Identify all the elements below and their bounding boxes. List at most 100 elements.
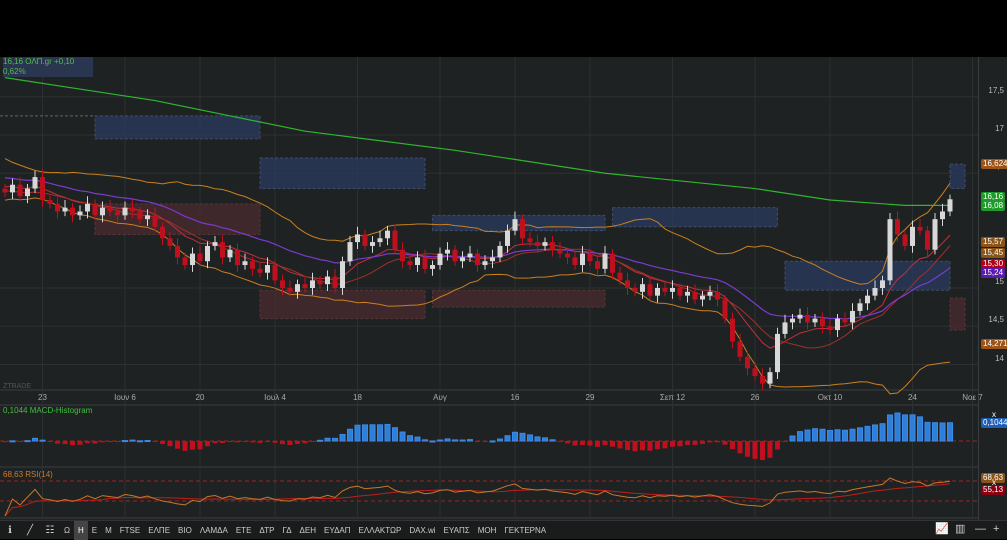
price-axis[interactable]: 17,51716,51514,514 (978, 57, 1007, 520)
date-axis-label: Νοε 7 (962, 393, 983, 402)
toolbar-symbol-button[interactable]: ΜΟΗ (474, 521, 501, 540)
toolbar-symbol-button[interactable]: ΕΛΠΕ (144, 521, 174, 540)
candle (850, 310, 855, 323)
candle (205, 245, 210, 262)
zoom-out-button[interactable]: — (975, 520, 986, 539)
candle (932, 219, 938, 250)
toolbar-symbol-button[interactable]: ΓΔ (279, 521, 296, 540)
macd-close-button[interactable]: x (992, 410, 996, 419)
candle (865, 295, 870, 304)
macd-bar (572, 441, 578, 446)
date-axis-label: 23 (38, 393, 47, 402)
macd-bar (842, 429, 848, 442)
candle (550, 242, 555, 250)
macd-bar (804, 429, 811, 442)
macd-bar (324, 437, 331, 442)
info-icon[interactable]: ℹ (0, 521, 20, 540)
candle (137, 211, 143, 220)
candle (317, 280, 323, 285)
candle (775, 333, 780, 373)
toolbar-symbol-button[interactable]: ΕΛΛΑΚΤΩΡ (355, 521, 406, 540)
candle (377, 238, 383, 243)
macd-bar (482, 441, 488, 442)
date-axis-label: 20 (195, 393, 205, 402)
candle (677, 288, 683, 296)
price-chart[interactable] (0, 57, 978, 520)
candle (595, 261, 600, 269)
macd-bar (565, 441, 570, 444)
macd-bar (250, 441, 255, 443)
price-axis-label: 14,5 (988, 315, 1004, 325)
macd-bar (9, 440, 16, 443)
candle (47, 200, 53, 204)
price-tag: 14,271 (981, 338, 1007, 349)
macd-bar (32, 437, 38, 442)
zoom-in-button[interactable]: + (993, 520, 999, 539)
candle (722, 299, 728, 319)
candle (62, 207, 68, 212)
candle (437, 253, 443, 266)
macd-bar (475, 441, 480, 442)
toolbar-symbol-button[interactable]: ΔΕΗ (296, 521, 320, 540)
toolbar-symbol-button[interactable]: Ε (88, 521, 101, 540)
candle (467, 253, 473, 258)
toolbar-symbol-button[interactable]: ΛΑΜΔΑ (196, 521, 232, 540)
macd-bar (280, 441, 285, 445)
toolbar-symbol-button[interactable]: ΒΙΟ (174, 521, 196, 540)
date-axis-label: 24 (908, 393, 917, 402)
candle (242, 261, 248, 266)
toolbar-symbol-button[interactable]: Η (73, 520, 88, 540)
candle (235, 249, 240, 266)
rsi-close-button[interactable]: x (992, 478, 996, 487)
chart-type-icon[interactable]: 📈 (935, 520, 949, 539)
macd-bar (107, 441, 113, 442)
toolbar-symbol-button[interactable]: ΕΥΔΑΠ (320, 521, 355, 540)
candle (827, 326, 833, 331)
candle (835, 318, 840, 331)
volume-icon[interactable]: ▥ (955, 520, 965, 539)
macd-bar (272, 441, 278, 443)
macd-bar (730, 441, 735, 450)
candle (190, 253, 195, 266)
macd-bar (197, 441, 203, 450)
candle (407, 261, 413, 266)
draw-line-icon[interactable]: ╱ (20, 521, 40, 540)
candle (100, 207, 105, 216)
macd-bar (542, 437, 548, 442)
toolbar-symbol-button[interactable]: FTSE (116, 521, 144, 540)
price-axis-label: 14 (995, 353, 1004, 363)
macd-bar (205, 441, 210, 447)
candle (812, 318, 818, 323)
macd-bar (677, 441, 683, 447)
candle (250, 261, 255, 269)
toolbar-symbol-button[interactable]: Ω (60, 521, 74, 540)
macd-bar (70, 441, 75, 446)
candle (10, 184, 15, 193)
candle (160, 226, 165, 239)
candle (197, 253, 203, 262)
candle (295, 284, 300, 292)
toolbar-symbol-button[interactable]: ΕΥΑΠΣ (440, 521, 474, 540)
toolbar-symbol-button[interactable]: Μ (101, 521, 116, 540)
macd-bar (527, 434, 533, 442)
macd-bar (77, 441, 83, 445)
candle (887, 219, 893, 281)
candle (700, 295, 705, 300)
layout-icon[interactable]: ☷ (40, 521, 60, 540)
toolbar-symbol-button[interactable]: ΕΤΕ (232, 521, 256, 540)
symbol-toolbar: ℹ ╱ ☷ Ω Η Ε Μ FTSE ΕΛΠΕ ΒΙΟ ΛΑΜΔΑ ΕΤΕ ΔΤΡ ΓΔ ΔΕΗ ΕΥΔΑΠ Ε… (0, 520, 1007, 540)
candle (340, 261, 345, 288)
toolbar-symbol-button[interactable]: ΔΤΡ (255, 521, 278, 540)
macd-bar (85, 441, 90, 444)
macd-bar (715, 441, 720, 443)
toolbar-symbol-button[interactable]: DAX.wi (405, 521, 439, 540)
macd-bar (235, 441, 240, 443)
macd-bar (115, 441, 120, 442)
candle (332, 276, 338, 288)
macd-bar (894, 412, 901, 442)
candle (182, 257, 188, 266)
toolbar-symbol-button[interactable]: ΓΕΚΤΕΡΝΑ (500, 521, 550, 540)
price-tag: 15,45 (981, 247, 1006, 258)
macd-bar (834, 429, 841, 442)
macd-bar (399, 431, 406, 442)
